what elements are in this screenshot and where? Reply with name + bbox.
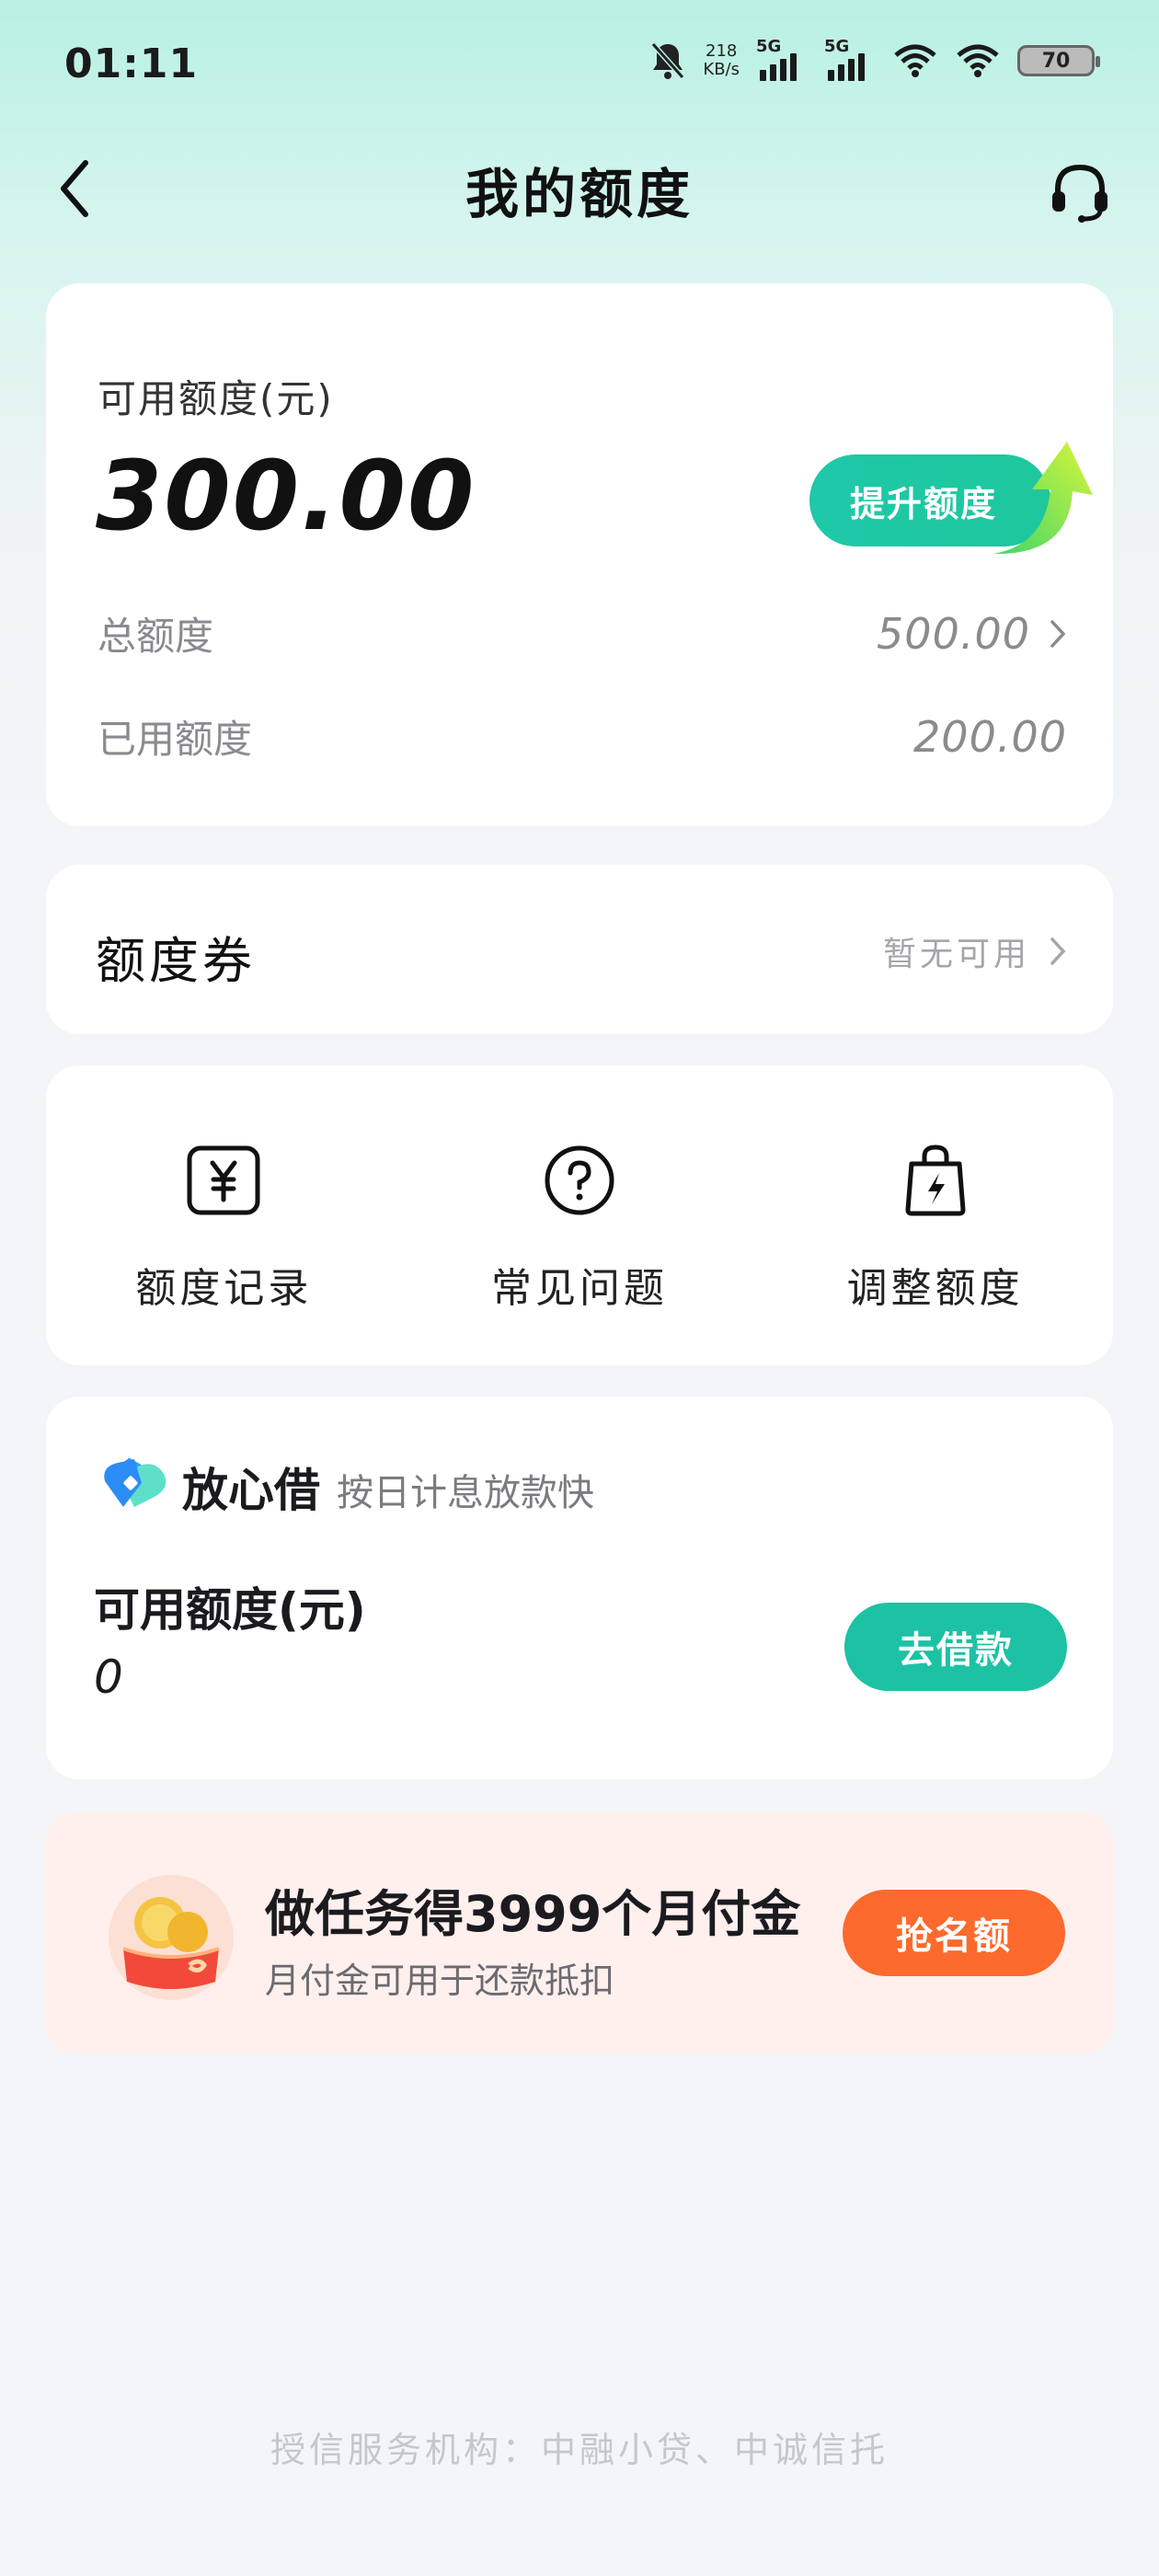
bell-muted-icon <box>651 42 685 79</box>
chevron-right-icon <box>1050 937 1066 965</box>
total-credit-value: 500.00 <box>877 608 1030 659</box>
promo-subtitle: 月付金可用于还款抵扣 <box>265 1961 615 2001</box>
used-credit-row: 已用额度 200.00 <box>98 708 1067 765</box>
promo-title: 做任务得3999个月付金 <box>265 1885 801 1943</box>
question-circle-icon <box>545 1145 614 1215</box>
signal-1: 5G <box>756 37 808 81</box>
credit-summary-card: 可用额度(元) 300.00 提升额度 总额度 500.00 已用额度 200.… <box>46 283 1113 826</box>
status-bar: 01:11 218 KB/s 5G 5G 70 <box>0 0 1159 138</box>
action-faq[interactable]: 常见问题 <box>402 1065 758 1365</box>
total-credit-label: 总额度 <box>98 614 214 659</box>
quick-actions-card: 额度记录 常见问题 调整额度 <box>46 1065 1113 1365</box>
credit-coupon-card[interactable]: 额度券 暂无可用 <box>46 865 1113 1034</box>
grab-slot-button[interactable]: 抢名额 <box>843 1890 1065 1976</box>
red-envelope-coin-icon <box>109 1875 234 2000</box>
speed-value: 218 <box>706 41 738 61</box>
action-credit-records[interactable]: 额度记录 <box>46 1065 402 1365</box>
wifi-icon <box>894 44 936 77</box>
speed-unit: KB/s <box>703 60 740 79</box>
status-time: 01:11 <box>64 40 199 87</box>
used-credit-label: 已用额度 <box>98 717 253 762</box>
loan-available-label: 可用额度(元) <box>94 1583 366 1637</box>
action-label: 常见问题 <box>491 1265 668 1312</box>
up-arrow-icon <box>993 442 1093 555</box>
brand-slogan: 按日计息放款快 <box>337 1472 594 1514</box>
available-credit-value: 300.00 <box>96 440 476 552</box>
available-credit-label: 可用额度(元) <box>98 376 334 421</box>
loan-available-value: 0 <box>94 1650 123 1704</box>
yuan-receipt-icon <box>187 1145 260 1215</box>
coupon-status-text: 暂无可用 <box>882 936 1030 973</box>
footer-disclaimer: 授信服务机构：中融小贷、中诚信托 <box>270 2430 889 2470</box>
nav-header: 我的额度 <box>0 138 1159 248</box>
chevron-right-icon <box>1050 619 1066 648</box>
loan-product-card: 放心借 按日计息放款快 可用额度(元) 0 去借款 <box>46 1397 1113 1779</box>
customer-service-button[interactable] <box>1045 156 1115 226</box>
network-speed: 218 KB/s <box>703 42 740 79</box>
wifi-icon-2 <box>957 44 999 77</box>
used-credit-value: 200.00 <box>913 711 1067 762</box>
action-label: 额度记录 <box>135 1265 313 1312</box>
net-type-1: 5G <box>756 37 782 56</box>
borrow-button[interactable]: 去借款 <box>844 1603 1067 1691</box>
signal-2: 5G <box>824 37 876 81</box>
coupon-status: 暂无可用 <box>883 927 1067 975</box>
promo-banner[interactable]: 做任务得3999个月付金 月付金可用于还款抵扣 抢名额 <box>46 1812 1113 2053</box>
bag-lightning-icon <box>905 1144 966 1216</box>
headset-icon <box>1052 164 1107 223</box>
battery-indicator: 70 <box>1017 45 1100 76</box>
page-title: 我的额度 <box>465 163 694 225</box>
brand-logo-icon <box>104 1457 166 1507</box>
action-label: 调整额度 <box>846 1265 1024 1312</box>
action-adjust-credit[interactable]: 调整额度 <box>757 1065 1113 1365</box>
total-credit-row[interactable]: 总额度 500.00 <box>98 605 1067 661</box>
coupon-label: 额度券 <box>96 932 256 990</box>
status-icons: 218 KB/s 5G 5G 70 <box>649 37 1100 81</box>
brand-name: 放心借 <box>182 1464 320 1517</box>
net-type-2: 5G <box>824 37 850 56</box>
